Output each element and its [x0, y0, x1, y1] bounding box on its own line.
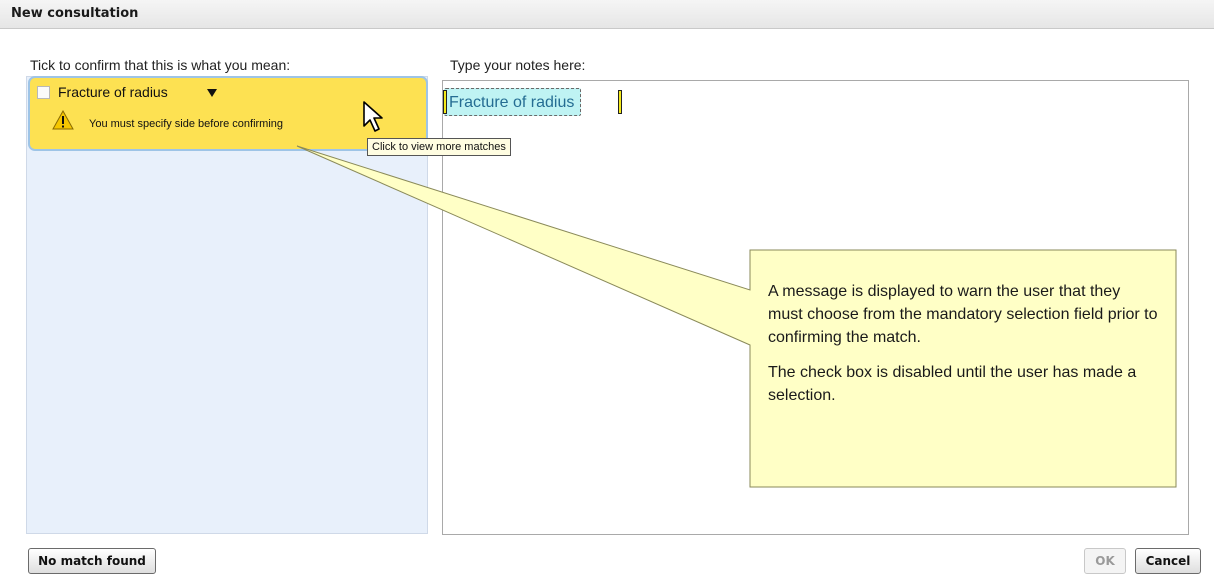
mouse-pointer-icon: [363, 101, 383, 132]
callout-paragraph-2: The check box is disabled until the user…: [768, 364, 1137, 404]
term-bracket-left: [443, 90, 447, 114]
ok-button[interactable]: OK: [1084, 548, 1126, 574]
matches-label: Tick to confirm that this is what you me…: [30, 57, 291, 73]
callout-paragraph-1: A message is displayed to warn the user …: [768, 283, 1158, 346]
notes-highlighted-term[interactable]: Fracture of radius: [444, 88, 582, 116]
more-matches-tooltip: Click to view more matches: [367, 138, 511, 156]
callout-text: A message is displayed to warn the user …: [768, 280, 1158, 419]
dropdown-arrow-icon[interactable]: [207, 89, 217, 97]
side-warning-message: You must specify side before confirming: [89, 118, 284, 130]
window-title: New consultation: [11, 6, 139, 21]
cancel-button[interactable]: Cancel: [1135, 548, 1201, 574]
no-match-found-button[interactable]: No match found: [28, 548, 156, 574]
title-bar: New consultation: [0, 0, 1214, 29]
warning-triangle-icon: [52, 110, 74, 130]
confirm-checkbox[interactable]: [37, 86, 50, 99]
term-bracket-right: [618, 90, 622, 114]
notes-label: Type your notes here:: [450, 57, 586, 73]
match-term-label[interactable]: Fracture of radius: [58, 84, 168, 100]
